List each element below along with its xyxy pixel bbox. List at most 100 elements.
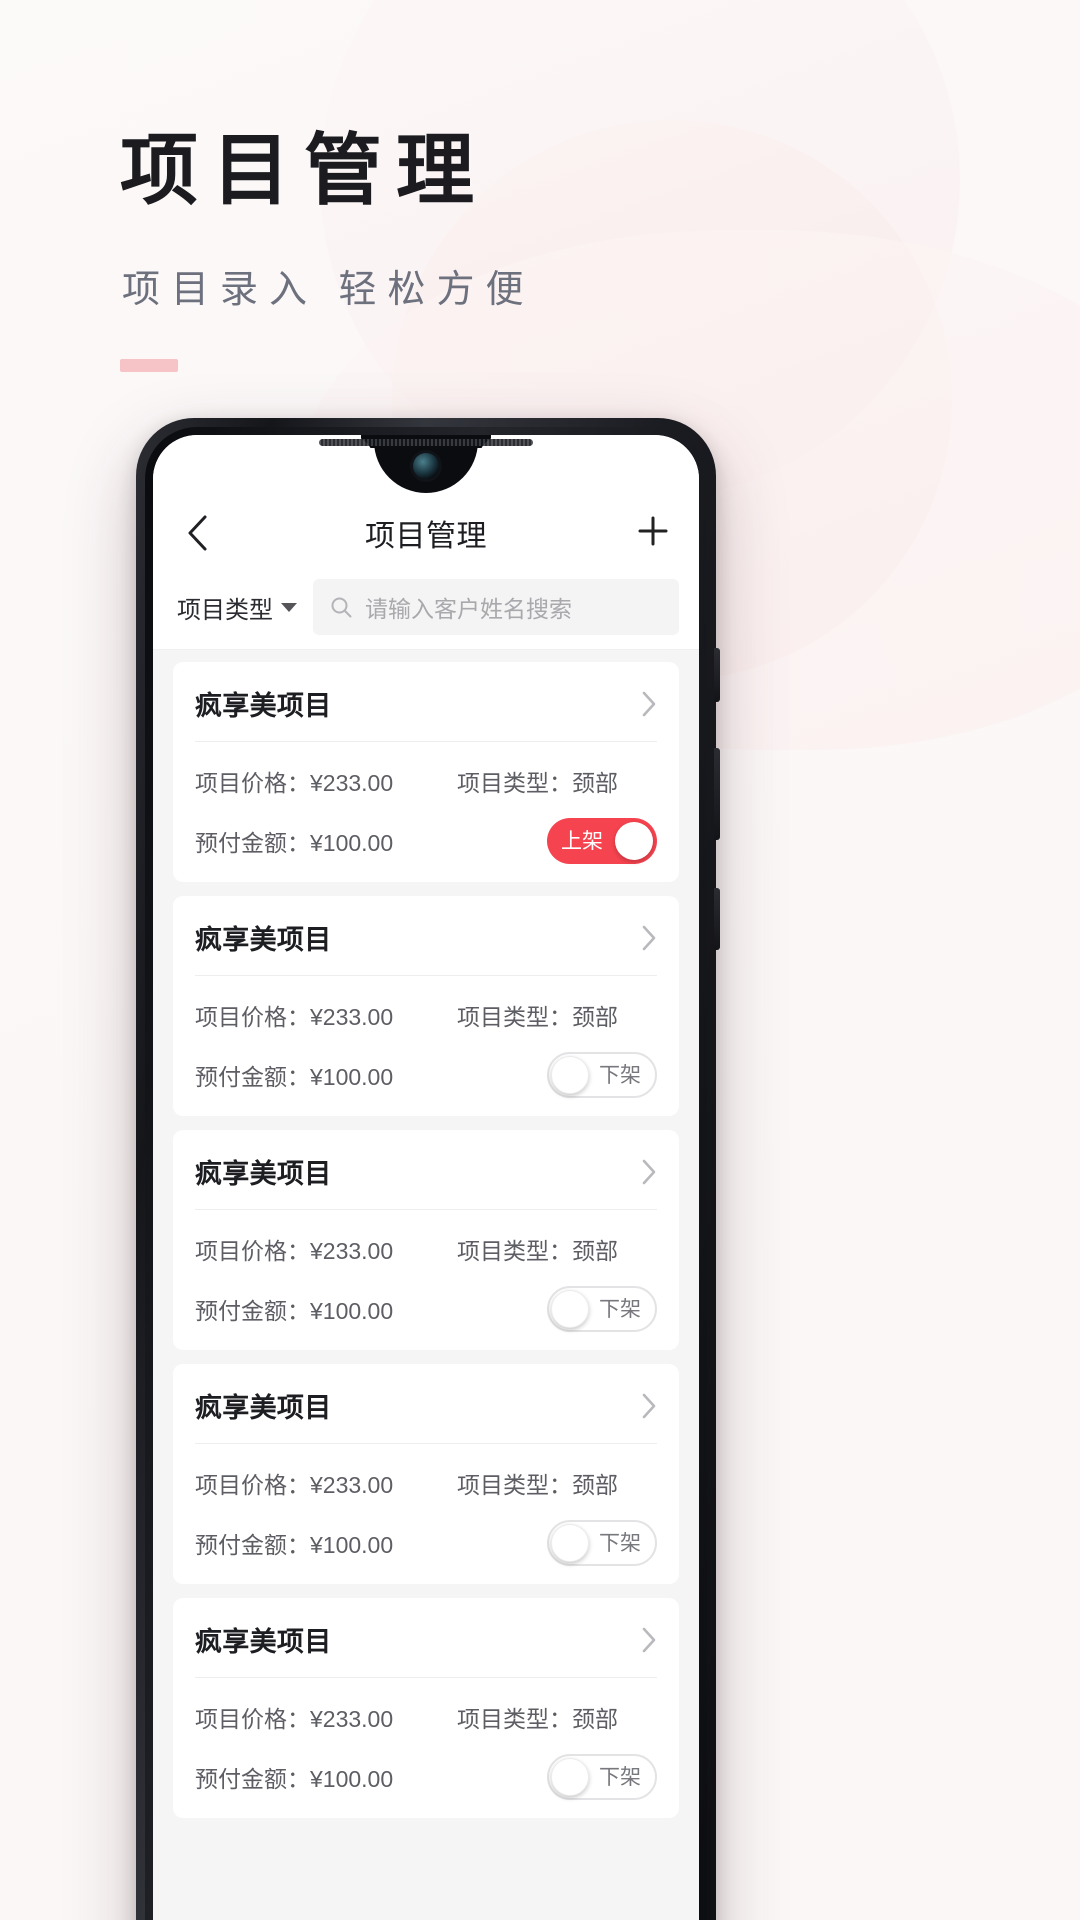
search-icon [329, 595, 353, 619]
project-price-value: ¥233.00 [310, 1004, 394, 1030]
chevron-left-icon [186, 514, 208, 552]
app-viewport: 项目管理 项目类型 请输入客户姓名搜索 疯享美项目 项目价格：¥233.00 项… [153, 435, 699, 1920]
project-prepay-label: 预付金额： [195, 830, 310, 856]
front-camera-icon [413, 453, 439, 479]
phone-side-button-volume [714, 748, 720, 840]
project-name: 疯享美项目 [195, 1393, 332, 1423]
project-type-value: 颈部 [572, 1706, 618, 1732]
promo-headline: 项目管理 项目录入 轻松方便 [120, 130, 535, 372]
toggle-knob [551, 1056, 589, 1094]
project-type-value: 颈部 [572, 1238, 618, 1264]
chevron-right-icon [641, 1626, 657, 1654]
search-placeholder: 请输入客户姓名搜索 [365, 596, 572, 622]
project-type-label: 项目类型： [457, 1472, 572, 1498]
project-type-label: 项目类型： [457, 1706, 572, 1732]
project-price-row: 项目价格：¥233.00 项目类型：颈部 [195, 1464, 657, 1502]
project-price-label: 项目价格： [195, 1472, 310, 1498]
project-type: 项目类型：颈部 [457, 1466, 657, 1500]
shelf-status-toggle[interactable]: 下架 [547, 1052, 657, 1098]
earpiece-speaker [319, 439, 533, 446]
back-button[interactable] [175, 511, 219, 555]
project-price-value: ¥233.00 [310, 1706, 394, 1732]
toggle-knob [551, 1524, 589, 1562]
project-type-filter[interactable]: 项目类型 [175, 586, 299, 629]
toggle-knob [551, 1758, 589, 1796]
project-card-header[interactable]: 疯享美项目 [195, 1364, 657, 1444]
project-prepay: 预付金额：¥100.00 [195, 1058, 547, 1092]
project-card-header[interactable]: 疯享美项目 [195, 1130, 657, 1210]
project-type-filter-label: 项目类型 [177, 596, 273, 624]
project-card[interactable]: 疯享美项目 项目价格：¥233.00 项目类型：颈部 预付金额：¥100.00 下架 [173, 896, 679, 1116]
project-price-label: 项目价格： [195, 1004, 310, 1030]
project-prepay: 预付金额：¥100.00 [195, 1760, 547, 1794]
project-price-row: 项目价格：¥233.00 项目类型：颈部 [195, 762, 657, 800]
project-type-label: 项目类型： [457, 770, 572, 796]
toggle-knob [551, 1290, 589, 1328]
project-name: 疯享美项目 [195, 691, 332, 721]
project-prepay: 预付金额：¥100.00 [195, 1292, 547, 1326]
project-prepay: 预付金额：¥100.00 [195, 1526, 547, 1560]
project-name: 疯享美项目 [195, 1627, 332, 1657]
project-prepay-value: ¥100.00 [310, 1532, 394, 1558]
shelf-status-toggle[interactable]: 下架 [547, 1754, 657, 1800]
project-card-header[interactable]: 疯享美项目 [195, 1598, 657, 1678]
project-type: 项目类型：颈部 [457, 1232, 657, 1266]
chevron-right-icon [641, 924, 657, 952]
project-price: 项目价格：¥233.00 [195, 764, 457, 798]
project-price: 项目价格：¥233.00 [195, 998, 457, 1032]
project-price-label: 项目价格： [195, 1238, 310, 1264]
shelf-status-toggle[interactable]: 上架 [547, 818, 657, 864]
search-input[interactable]: 请输入客户姓名搜索 [313, 579, 679, 635]
project-price-row: 项目价格：¥233.00 项目类型：颈部 [195, 1698, 657, 1736]
project-prepay-value: ¥100.00 [310, 1298, 394, 1324]
phone-side-button-power [714, 888, 720, 950]
phone-mockup: 项目管理 项目类型 请输入客户姓名搜索 疯享美项目 项目价格：¥233.00 项… [136, 418, 720, 1920]
project-prepay-value: ¥100.00 [310, 1064, 394, 1090]
project-type-label: 项目类型： [457, 1238, 572, 1264]
shelf-status-toggle[interactable]: 下架 [547, 1286, 657, 1332]
shelf-status-label: 上架 [561, 829, 603, 853]
project-prepay-label: 预付金额： [195, 1298, 310, 1324]
chevron-right-icon [641, 1158, 657, 1186]
project-prepay-row: 预付金额：¥100.00 下架 [195, 1754, 657, 1800]
project-list[interactable]: 疯享美项目 项目价格：¥233.00 项目类型：颈部 预付金额：¥100.00 上架 疯享… [153, 650, 699, 1920]
project-price-row: 项目价格：¥233.00 项目类型：颈部 [195, 996, 657, 1034]
phone-frame: 项目管理 项目类型 请输入客户姓名搜索 疯享美项目 项目价格：¥233.00 项… [136, 418, 720, 1920]
plus-icon [636, 514, 670, 553]
shelf-status-toggle[interactable]: 下架 [547, 1520, 657, 1566]
app-navbar: 项目管理 [153, 495, 699, 571]
project-prepay-row: 预付金额：¥100.00 下架 [195, 1286, 657, 1332]
project-prepay-row: 预付金额：¥100.00 下架 [195, 1520, 657, 1566]
project-prepay-row: 预付金额：¥100.00 下架 [195, 1052, 657, 1098]
project-price-row: 项目价格：¥233.00 项目类型：颈部 [195, 1230, 657, 1268]
shelf-status-label: 下架 [599, 1531, 641, 1555]
project-card[interactable]: 疯享美项目项目价格：¥233.00 项目类型：颈部预付金额：¥100.00 下架 [173, 1598, 679, 1818]
page-title: 项目管理 [365, 520, 487, 553]
project-card-header[interactable]: 疯享美项目 [195, 896, 657, 976]
project-type-label: 项目类型： [457, 1004, 572, 1030]
shelf-status-label: 下架 [599, 1297, 641, 1321]
project-prepay-value: ¥100.00 [310, 830, 394, 856]
project-type-value: 颈部 [572, 1004, 618, 1030]
project-type: 项目类型：颈部 [457, 764, 657, 798]
phone-side-button-mute [714, 648, 720, 702]
project-type-value: 颈部 [572, 1472, 618, 1498]
shelf-status-label: 下架 [599, 1765, 641, 1789]
project-price: 项目价格：¥233.00 [195, 1466, 457, 1500]
chevron-right-icon [641, 690, 657, 718]
project-card[interactable]: 疯享美项目项目价格：¥233.00 项目类型：颈部预付金额：¥100.00 上架 [173, 662, 679, 882]
add-project-button[interactable] [629, 509, 677, 557]
project-price-label: 项目价格： [195, 1706, 310, 1732]
project-type: 项目类型：颈部 [457, 998, 657, 1032]
project-price-value: ¥233.00 [310, 770, 394, 796]
phone-screen: 项目管理 项目类型 请输入客户姓名搜索 疯享美项目 项目价格：¥233.00 项… [153, 435, 699, 1920]
project-prepay-label: 预付金额： [195, 1766, 310, 1792]
caret-down-icon [281, 602, 297, 612]
project-name: 疯享美项目 [195, 925, 332, 955]
project-card[interactable]: 疯享美项目项目价格：¥233.00 项目类型：颈部预付金额：¥100.00 下架 [173, 1364, 679, 1584]
project-card[interactable]: 疯享美项目项目价格：¥233.00 项目类型：颈部预付金额：¥100.00 下架 [173, 1130, 679, 1350]
project-prepay: 预付金额：¥100.00 [195, 824, 547, 858]
project-card-header[interactable]: 疯享美项目 [195, 662, 657, 742]
chevron-right-icon [641, 1392, 657, 1420]
toggle-knob [615, 822, 653, 860]
